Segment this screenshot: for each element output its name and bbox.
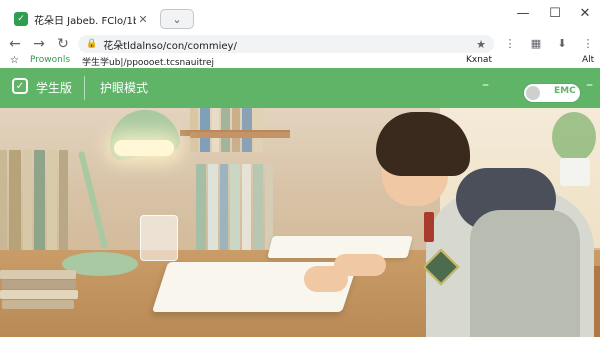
- window-minimize-button[interactable]: —: [512, 6, 534, 21]
- window-maximize-button[interactable]: ☐: [544, 6, 566, 21]
- shield-check-icon: ✓: [12, 78, 28, 94]
- plant-pot-illustration: [560, 158, 590, 186]
- minus-button-right[interactable]: –: [586, 77, 593, 93]
- bookmark-item[interactable]: 学生学ub|/ppoooet.tcsnauitrej: [82, 55, 214, 68]
- window-close-button[interactable]: ✕: [574, 6, 596, 21]
- bookmark-item[interactable]: Alt: [582, 55, 594, 65]
- minus-button[interactable]: –: [482, 77, 489, 93]
- back-arrow-icon[interactable]: ←: [6, 35, 24, 53]
- kebab-menu-icon-right[interactable]: ⋮: [580, 36, 596, 52]
- student-edition-label: 学生版: [36, 81, 73, 95]
- new-tab-button[interactable]: ⌄: [160, 9, 194, 29]
- bookmarks-bar: ☆ Prowonls 学生学ub|/ppoooet.tcsnauitrej Kx…: [0, 55, 600, 68]
- child-hand-illustration-2: [334, 254, 386, 276]
- star-icon[interactable]: ★: [476, 38, 486, 51]
- calendar-icon[interactable]: ▦: [528, 36, 544, 52]
- child-vest-illustration: [470, 210, 580, 337]
- tab-title: 花朵日 Jabeb. FClo/1bcilcuo: [34, 15, 136, 27]
- forward-arrow-icon[interactable]: →: [30, 35, 48, 53]
- site-favicon-icon: ✓: [14, 12, 28, 26]
- book-stack-illustration: [0, 270, 80, 310]
- eye-care-mode-toggle[interactable]: EMC: [524, 84, 580, 102]
- eye-care-mode-label: 护眼模式: [100, 81, 149, 95]
- browser-tabstrip: ✓ 花朵日 Jabeb. FClo/1bcilcuo ✕ ⌄ — ☐ ✕: [0, 0, 600, 32]
- address-bar[interactable]: 🔒 花朵tldalnso/con/commiey/ ★: [78, 35, 494, 53]
- kebab-menu-icon[interactable]: ⋮: [502, 36, 518, 52]
- bookmark-item[interactable]: Prowonls: [30, 55, 70, 65]
- tie-illustration: [424, 212, 434, 242]
- browser-tab-active[interactable]: ✓ 花朵日 Jabeb. FClo/1bcilcuo ✕: [6, 6, 156, 32]
- toggle-knob: [526, 86, 540, 100]
- chevron-down-icon: ⌄: [172, 12, 182, 26]
- reload-icon[interactable]: ↻: [54, 35, 72, 53]
- address-bar-url[interactable]: 花朵tldalnso/con/commiey/: [103, 37, 476, 52]
- lock-icon: 🔒: [86, 39, 98, 49]
- bookmark-item[interactable]: Kxnat: [466, 55, 492, 65]
- download-icon[interactable]: ⬇: [554, 36, 570, 52]
- pencil-cup-illustration: [140, 215, 178, 261]
- bookmark-star-icon: ☆: [10, 55, 19, 66]
- tab-close-icon[interactable]: ✕: [136, 13, 150, 26]
- header-divider: [84, 76, 85, 100]
- lamp-light-illustration: [114, 140, 174, 156]
- browser-toolbar: ← → ↻ 🔒 花朵tldalnso/con/commiey/ ★ ⋮ ▦ ⬇ …: [0, 32, 600, 56]
- toggle-label: EMC: [554, 86, 576, 96]
- plant-illustration: [552, 112, 596, 162]
- app-header-bar: ✓ 学生版 护眼模式 – –: [0, 68, 600, 108]
